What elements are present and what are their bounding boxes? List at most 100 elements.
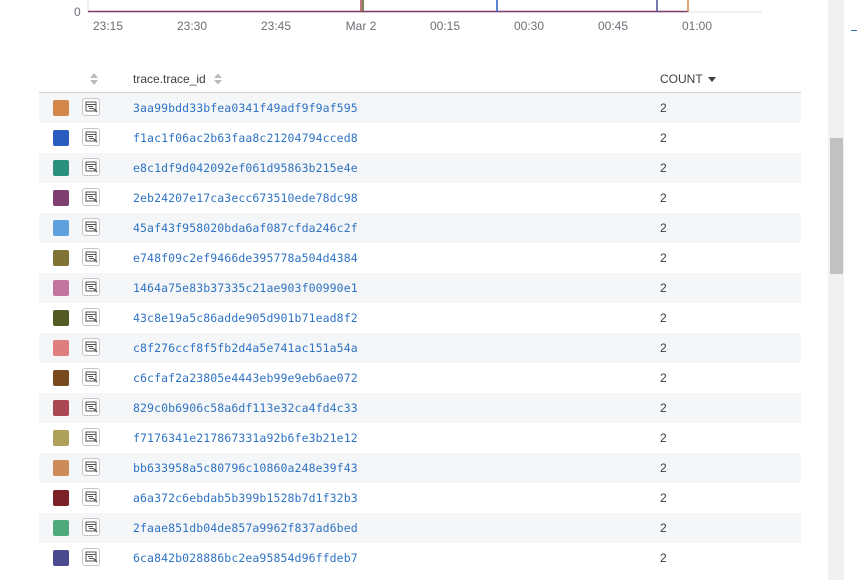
x-tick-label: 01:00 — [681, 19, 713, 33]
count-value: 2 — [660, 401, 667, 415]
table-row: f7176341e217867331a92b6fe3b21e12 2 — [39, 423, 801, 453]
trace-id-link[interactable]: a6a372c6ebdab5b399b1528b7d1f32b3 — [133, 491, 358, 505]
view-trace-button[interactable] — [82, 218, 100, 236]
scrollbar-track[interactable] — [828, 0, 844, 580]
table-header: trace.trace_id COUNT — [39, 64, 801, 93]
count-value: 2 — [660, 461, 667, 475]
count-value: 2 — [660, 491, 667, 505]
trace-id-link[interactable]: f7176341e217867331a92b6fe3b21e12 — [133, 431, 358, 445]
table-row: f1ac1f06ac2b63faa8c21204794cced8 2 — [39, 123, 801, 153]
table-row: bb633958a5c80796c10860a248e39f43 2 — [39, 453, 801, 483]
column-header-trace-id-label: trace.trace_id — [133, 72, 206, 86]
column-header-count-label: COUNT — [660, 72, 703, 86]
count-value: 2 — [660, 521, 667, 535]
series-color-swatch — [53, 310, 69, 326]
view-trace-button[interactable] — [82, 98, 100, 116]
count-value: 2 — [660, 221, 667, 235]
view-trace-button[interactable] — [82, 128, 100, 146]
table-row: e8c1df9d042092ef061d95863b215e4e 2 — [39, 153, 801, 183]
view-trace-button[interactable] — [82, 398, 100, 416]
view-trace-button[interactable] — [82, 158, 100, 176]
count-value: 2 — [660, 101, 667, 115]
table-row: 1464a75e83b37335c21ae903f00990e1 2 — [39, 273, 801, 303]
view-trace-button[interactable] — [82, 248, 100, 266]
table-row: 43c8e19a5c86adde905d901b71ead8f2 2 — [39, 303, 801, 333]
view-trace-button[interactable] — [82, 458, 100, 476]
view-trace-button[interactable] — [82, 548, 100, 566]
table-body: 3aa99bdd33bfea0341f49adf9f9af595 2 f1ac1f0… — [39, 93, 801, 573]
view-trace-icon — [85, 521, 98, 533]
trace-id-link[interactable]: 2faae851db04de857a9962f837ad6bed — [133, 521, 358, 535]
view-trace-icon — [85, 551, 98, 563]
view-trace-button[interactable] — [82, 488, 100, 506]
trace-id-link[interactable]: 43c8e19a5c86adde905d901b71ead8f2 — [133, 311, 358, 325]
panel-edge-accent — [851, 30, 857, 31]
view-trace-icon — [85, 131, 98, 143]
x-tick-label: 00:30 — [513, 19, 545, 33]
series-color-swatch — [53, 340, 69, 356]
trace-id-link[interactable]: bb633958a5c80796c10860a248e39f43 — [133, 461, 358, 475]
view-trace-button[interactable] — [82, 278, 100, 296]
trace-id-link[interactable]: e8c1df9d042092ef061d95863b215e4e — [133, 161, 358, 175]
view-trace-button[interactable] — [82, 428, 100, 446]
table-row: 2eb24207e17ca3ecc673510ede78dc98 2 — [39, 183, 801, 213]
series-color-swatch — [53, 490, 69, 506]
view-trace-icon — [85, 431, 98, 443]
view-trace-icon — [85, 281, 98, 293]
sort-desc-icon — [707, 77, 716, 82]
view-trace-icon — [85, 191, 98, 203]
series-color-swatch — [53, 280, 69, 296]
count-value: 2 — [660, 161, 667, 175]
trace-id-link[interactable]: 1464a75e83b37335c21ae903f00990e1 — [133, 281, 358, 295]
view-trace-button[interactable] — [82, 188, 100, 206]
x-tick-label: 23:30 — [176, 19, 208, 33]
table-row: c6cfaf2a23805e4443eb99e9eb6ae072 2 — [39, 363, 801, 393]
series-color-swatch — [53, 520, 69, 536]
x-tick-label: Mar 2 — [345, 19, 377, 33]
table-row: 3aa99bdd33bfea0341f49adf9f9af595 2 — [39, 93, 801, 123]
view-trace-button[interactable] — [82, 308, 100, 326]
count-value: 2 — [660, 281, 667, 295]
trace-id-link[interactable]: f1ac1f06ac2b63faa8c21204794cced8 — [133, 131, 358, 145]
view-trace-button[interactable] — [82, 368, 100, 386]
count-value: 2 — [660, 251, 667, 265]
trace-id-link[interactable]: 2eb24207e17ca3ecc673510ede78dc98 — [133, 191, 358, 205]
view-trace-icon — [85, 101, 98, 113]
histogram-chart: 0 23:15 23:30 23:45 Mar 2 00:15 00:30 00… — [0, 0, 830, 40]
view-trace-button[interactable] — [82, 518, 100, 536]
trace-id-link[interactable]: c8f276ccf8f5fb2d4a5e741ac151a54a — [133, 341, 358, 355]
view-trace-icon — [85, 311, 98, 323]
sort-updown-icon[interactable] — [213, 73, 223, 85]
count-value: 2 — [660, 431, 667, 445]
column-header-count[interactable]: COUNT — [660, 72, 716, 86]
table-row: 2faae851db04de857a9962f837ad6bed 2 — [39, 513, 801, 543]
trace-id-link[interactable]: 829c0b6906c58a6df113e32ca4fd4c33 — [133, 401, 358, 415]
series-color-swatch — [53, 370, 69, 386]
count-value: 2 — [660, 371, 667, 385]
series-color-swatch — [53, 430, 69, 446]
trace-id-link[interactable]: c6cfaf2a23805e4443eb99e9eb6ae072 — [133, 371, 358, 385]
scrollbar-thumb[interactable] — [830, 138, 843, 274]
count-value: 2 — [660, 131, 667, 145]
count-value: 2 — [660, 311, 667, 325]
x-tick-label: 00:15 — [429, 19, 461, 33]
table-row: e748f09c2ef9466de395778a504d4384 2 — [39, 243, 801, 273]
table-row: 45af43f958020bda6af087cfda246c2f 2 — [39, 213, 801, 243]
series-color-swatch — [53, 100, 69, 116]
trace-id-link[interactable]: e748f09c2ef9466de395778a504d4384 — [133, 251, 358, 265]
table-row: 829c0b6906c58a6df113e32ca4fd4c33 2 — [39, 393, 801, 423]
count-value: 2 — [660, 341, 667, 355]
view-trace-button[interactable] — [82, 338, 100, 356]
x-tick-label: 00:45 — [597, 19, 629, 33]
series-color-swatch — [53, 460, 69, 476]
view-trace-icon — [85, 461, 98, 473]
view-trace-icon — [85, 341, 98, 353]
trace-id-link[interactable]: 45af43f958020bda6af087cfda246c2f — [133, 221, 358, 235]
sort-updown-icon[interactable] — [89, 72, 99, 86]
trace-id-link[interactable]: 3aa99bdd33bfea0341f49adf9f9af595 — [133, 101, 358, 115]
view-trace-icon — [85, 491, 98, 503]
count-value: 2 — [660, 191, 667, 205]
column-header-trace-id[interactable]: trace.trace_id — [133, 72, 223, 86]
series-color-swatch — [53, 160, 69, 176]
trace-id-link[interactable]: 6ca842b028886bc2ea95854d96ffdeb7 — [133, 551, 358, 565]
